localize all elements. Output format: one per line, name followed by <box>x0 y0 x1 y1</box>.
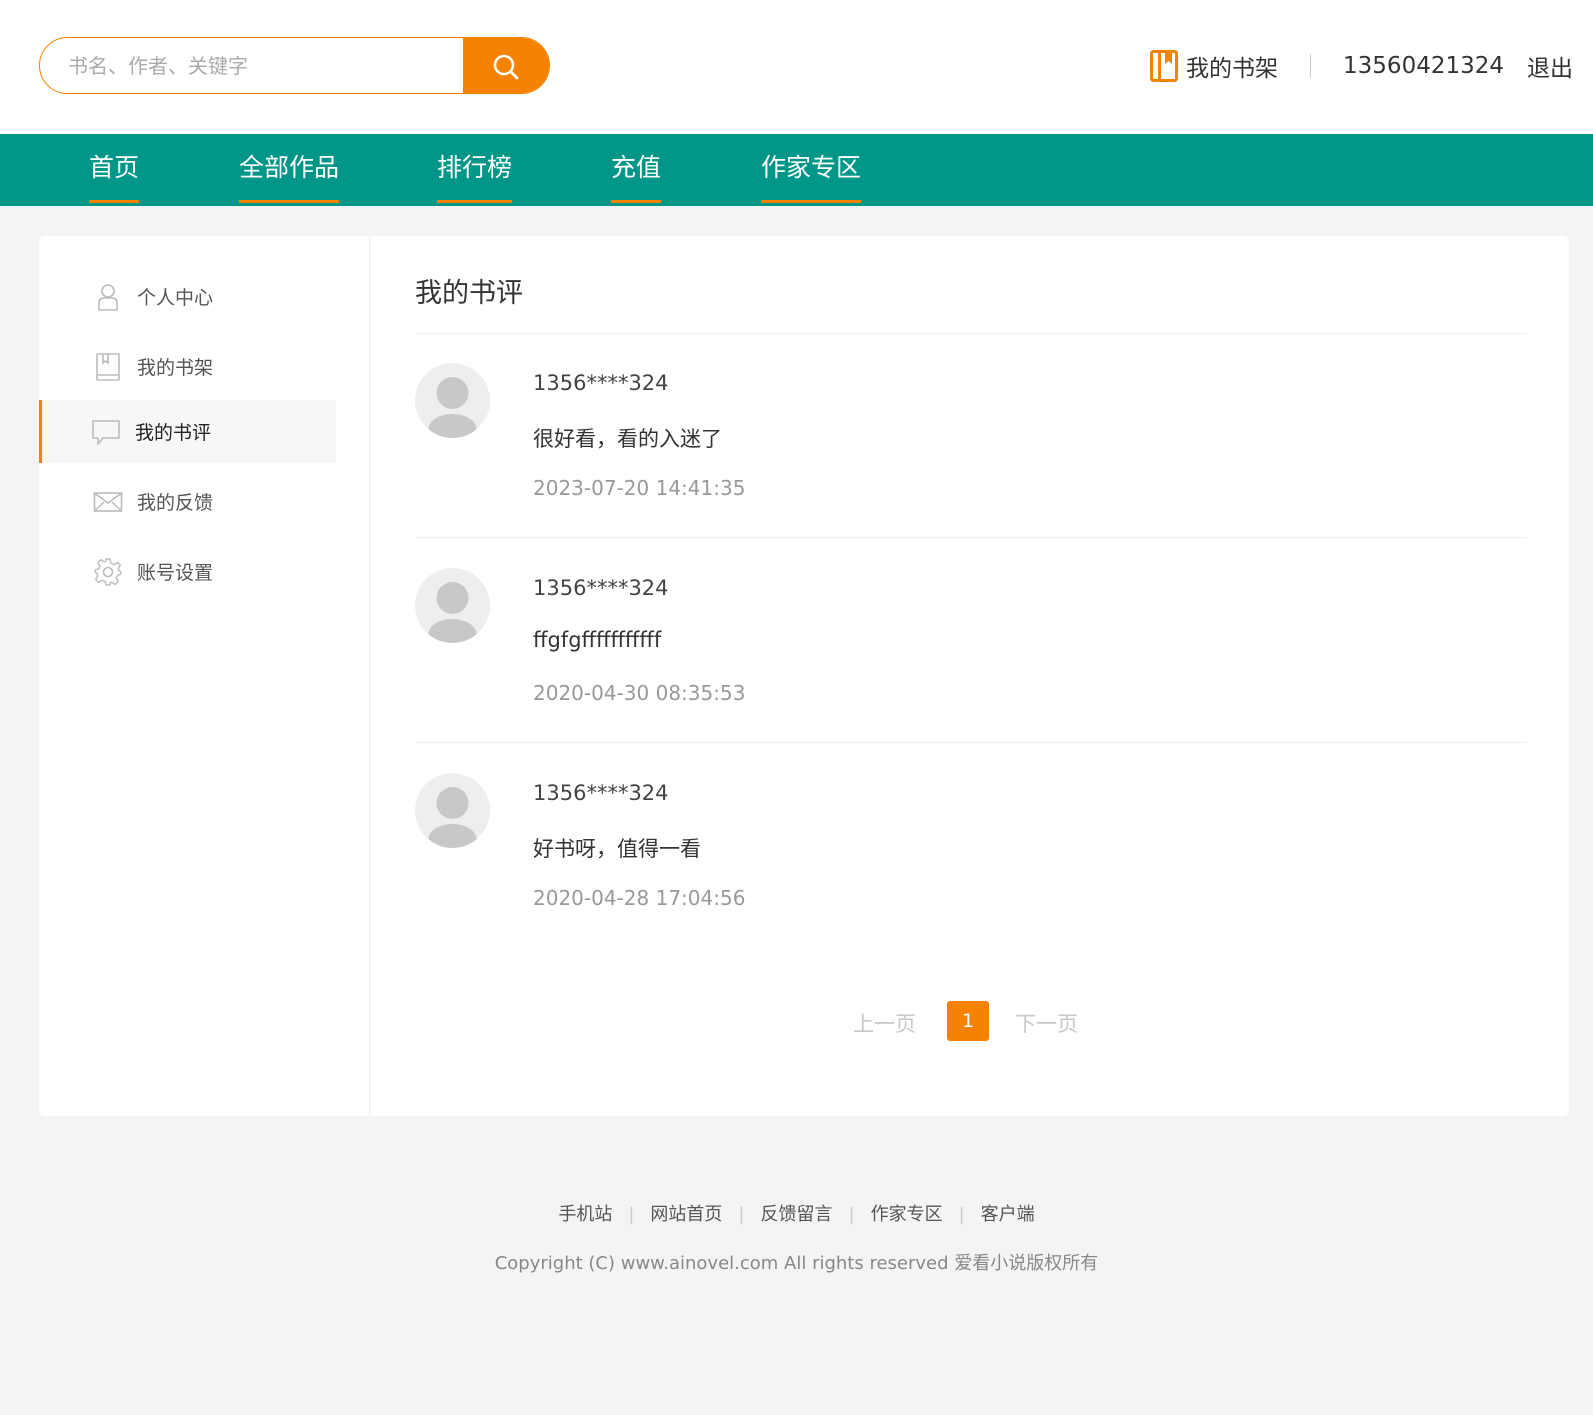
nav-author-zone[interactable]: 作家专区 <box>761 134 862 206</box>
nav-underline <box>437 200 513 203</box>
review-username: 1356****324 <box>533 576 669 600</box>
sidebar-item-profile[interactable]: 个人中心 <box>39 265 336 328</box>
review-username: 1356****324 <box>533 371 669 395</box>
footer-link-mobile[interactable]: 手机站 <box>558 1204 612 1225</box>
sidebar-item-settings[interactable]: 账号设置 <box>39 540 336 603</box>
nav-label: 排行榜 <box>437 153 513 182</box>
next-page-button[interactable]: 下一页 <box>1015 1008 1078 1038</box>
sidebar-item-label: 我的反馈 <box>137 492 214 514</box>
header: 我的书架 13560421324 退出 <box>0 0 1593 134</box>
footer-separator: | <box>628 1204 635 1225</box>
sidebar-item-label: 我的书架 <box>137 357 214 379</box>
nav-home[interactable]: 首页 <box>89 134 140 206</box>
nav-label: 充值 <box>611 153 662 182</box>
nav-label: 全部作品 <box>239 153 340 182</box>
copyright-text: Copyright (C) www.ainovel.com All rights… <box>494 1253 1099 1274</box>
nav-underline <box>89 200 140 203</box>
nav-underline <box>761 200 862 203</box>
footer-link-feedback[interactable]: 反馈留言 <box>761 1204 833 1225</box>
mail-icon <box>93 487 123 517</box>
page-title: 我的书评 <box>415 278 523 309</box>
avatar <box>415 363 490 438</box>
footer-links: 手机站 | 网站首页 | 反馈留言 | 作家专区 | 客户端 <box>0 1200 1593 1226</box>
sidebar: 个人中心 我的书架 我的书评 我的反馈 账号设置 <box>39 236 370 1116</box>
review-item: 1356****324 很好看，看的入迷了 2023-07-20 14:41:3… <box>415 333 1527 538</box>
footer-link-client[interactable]: 客户端 <box>981 1204 1035 1225</box>
review-timestamp: 2020-04-28 17:04:56 <box>533 886 746 910</box>
sidebar-item-feedback[interactable]: 我的反馈 <box>39 470 336 533</box>
review-item: 1356****324 ffgfgfffffffffff 2020-04-30 … <box>415 538 1527 743</box>
nav-all-works[interactable]: 全部作品 <box>239 134 340 206</box>
bookshelf-icon <box>1150 50 1179 82</box>
search-input[interactable] <box>40 38 464 93</box>
main-nav: 首页 全部作品 排行榜 充值 作家专区 <box>0 134 1593 206</box>
user-bar: 我的书架 13560421324 退出 <box>1150 44 1573 88</box>
search-button[interactable] <box>463 38 549 93</box>
pagination: 上一页 1 下一页 <box>415 1001 1527 1041</box>
reviews-content: 我的书评 1356****324 很好看，看的入迷了 2023-07-20 14… <box>415 236 1527 1116</box>
divider <box>1310 54 1312 78</box>
sidebar-item-reviews[interactable]: 我的书评 <box>39 400 336 463</box>
footer-separator: | <box>848 1204 855 1225</box>
footer-separator: | <box>738 1204 745 1225</box>
review-username: 1356****324 <box>533 781 669 805</box>
sidebar-item-label: 账号设置 <box>137 562 214 584</box>
nav-recharge[interactable]: 充值 <box>611 134 662 206</box>
search-box <box>39 37 550 94</box>
nav-label: 首页 <box>89 153 140 182</box>
book-icon <box>93 352 123 382</box>
nav-label: 作家专区 <box>761 153 862 182</box>
sidebar-item-label: 个人中心 <box>137 287 214 309</box>
my-bookshelf-link[interactable]: 我的书架 <box>1150 49 1278 83</box>
user-icon <box>93 282 123 312</box>
nav-rankings[interactable]: 排行榜 <box>437 134 513 206</box>
avatar <box>415 568 490 643</box>
avatar <box>415 773 490 848</box>
review-timestamp: 2020-04-30 08:35:53 <box>533 681 746 705</box>
prev-page-button[interactable]: 上一页 <box>853 1008 916 1038</box>
user-phone[interactable]: 13560421324 <box>1343 53 1504 79</box>
nav-underline <box>239 200 340 203</box>
review-timestamp: 2023-07-20 14:41:35 <box>533 476 746 500</box>
sidebar-item-bookshelf[interactable]: 我的书架 <box>39 335 336 398</box>
footer-link-author-zone[interactable]: 作家专区 <box>871 1204 943 1225</box>
footer-separator: | <box>958 1204 965 1225</box>
gear-icon <box>93 557 123 587</box>
comment-icon <box>91 417 121 447</box>
current-page-button[interactable]: 1 <box>947 1001 989 1041</box>
main-panel: 个人中心 我的书架 我的书评 我的反馈 账号设置 我的书评 1356****32… <box>39 236 1569 1116</box>
review-item: 1356****324 好书呀，值得一看 2020-04-28 17:04:56 <box>415 743 1527 948</box>
review-text: ffgfgfffffffffff <box>533 628 662 652</box>
sidebar-item-label: 我的书评 <box>135 422 212 444</box>
review-text: 好书呀，值得一看 <box>533 837 701 861</box>
search-icon <box>493 54 519 79</box>
nav-underline <box>611 200 662 203</box>
review-text: 很好看，看的入迷了 <box>533 427 722 451</box>
logout-link[interactable]: 退出 <box>1527 49 1573 83</box>
footer-link-home[interactable]: 网站首页 <box>650 1204 722 1225</box>
my-bookshelf-label: 我的书架 <box>1186 56 1279 82</box>
